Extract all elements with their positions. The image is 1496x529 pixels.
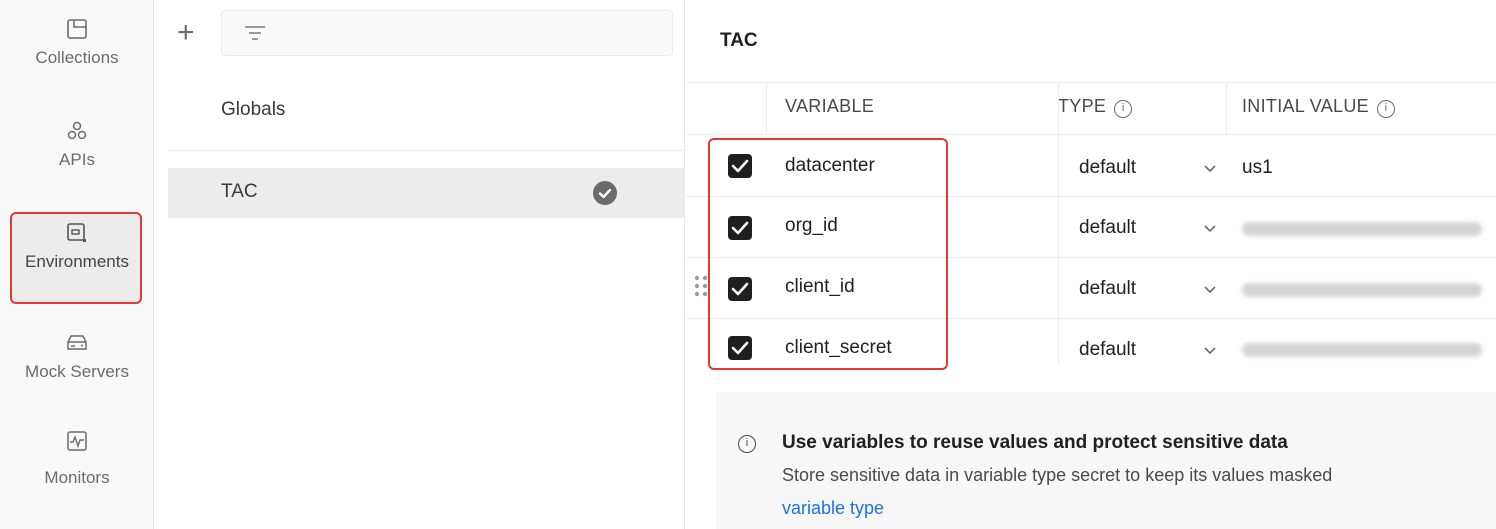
column-header-type: TYPE i [1058, 82, 1133, 134]
initial-value-field-redacted[interactable] [1242, 343, 1482, 357]
sidebar-item-monitors[interactable]: Monitors [0, 430, 154, 488]
initial-value-field-redacted[interactable] [1242, 283, 1482, 297]
enable-checkbox[interactable] [728, 154, 752, 178]
sidebar-rail: Collections APIs Environments Mock Serve… [0, 0, 154, 529]
column-header-initial-value: INITIAL VALUE i [1242, 82, 1395, 134]
environments-icon [67, 223, 86, 242]
info-icon[interactable]: i [1376, 100, 1395, 118]
column-header-label: VARIABLE [785, 96, 875, 116]
filter-icon [245, 26, 265, 40]
variable-name[interactable]: client_secret [785, 337, 892, 359]
table-row: org_id default [686, 196, 1496, 256]
info-banner-body: Store sensitive data in variable type se… [782, 465, 1333, 485]
variable-name[interactable]: client_id [785, 276, 855, 298]
table-row: datacenter default us1 [686, 134, 1496, 194]
divider [766, 82, 767, 134]
add-environment-button[interactable]: + [177, 18, 195, 48]
sidebar-item-label: Environments [25, 252, 129, 271]
sidebar-item-collections[interactable]: Collections [0, 18, 154, 68]
environment-item-globals[interactable]: Globals [168, 86, 685, 136]
initial-value-field-redacted[interactable] [1242, 222, 1482, 236]
type-select[interactable]: default [1079, 339, 1136, 361]
sidebar-item-label: APIs [59, 150, 95, 169]
info-icon[interactable]: i [1114, 100, 1133, 118]
chevron-down-icon[interactable] [1203, 224, 1217, 234]
sidebar-item-label: Mock Servers [25, 362, 129, 381]
active-environment-check-icon[interactable] [593, 181, 617, 205]
sidebar-item-label: Monitors [44, 468, 110, 487]
environment-editor: TAC VARIABLE TYPE i INITIAL VALUE i datace… [686, 0, 1496, 529]
chevron-down-icon[interactable] [1203, 346, 1217, 356]
info-banner-title: Use variables to reuse values and protec… [782, 432, 1288, 453]
environment-list-panel: + Globals TAC [155, 0, 685, 529]
page-title: TAC [720, 30, 758, 51]
environment-label: Globals [221, 99, 286, 120]
variable-name[interactable]: datacenter [785, 155, 875, 177]
chevron-down-icon[interactable] [1203, 164, 1217, 174]
info-banner: i Use variables to reuse values and prot… [716, 392, 1496, 529]
type-select[interactable]: default [1079, 278, 1136, 300]
variable-type-link[interactable]: variable type [782, 498, 884, 519]
environment-label: TAC [221, 181, 258, 202]
column-header-label: INITIAL VALUE [1242, 96, 1369, 116]
divider [1226, 82, 1227, 134]
collections-icon [67, 19, 87, 39]
sidebar-item-label: Collections [35, 48, 119, 67]
sidebar-item-apis[interactable]: APIs [0, 120, 154, 170]
environment-item-tac[interactable]: TAC [168, 168, 685, 218]
sidebar-item-mock-servers[interactable]: Mock Servers [0, 332, 154, 382]
chevron-down-icon[interactable] [1203, 285, 1217, 295]
table-row: client_secret default [686, 318, 1496, 378]
filter-input[interactable] [221, 10, 673, 56]
divider [168, 150, 685, 151]
initial-value-field[interactable]: us1 [1242, 157, 1273, 179]
info-icon: i [738, 435, 756, 453]
enable-checkbox[interactable] [728, 336, 752, 360]
monitors-icon [67, 431, 87, 451]
table-row: client_id default [686, 257, 1496, 317]
sidebar-item-environments[interactable]: Environments [0, 212, 154, 304]
mock-servers-icon [67, 335, 87, 350]
type-select[interactable]: default [1079, 217, 1136, 239]
drag-handle-icon[interactable] [694, 275, 708, 297]
type-select[interactable]: default [1079, 157, 1136, 179]
column-header-label: TYPE [1058, 96, 1107, 116]
enable-checkbox[interactable] [728, 216, 752, 240]
variable-name[interactable]: org_id [785, 215, 838, 237]
apis-icon [67, 121, 87, 140]
column-header-variable: VARIABLE [785, 82, 874, 134]
enable-checkbox[interactable] [728, 277, 752, 301]
